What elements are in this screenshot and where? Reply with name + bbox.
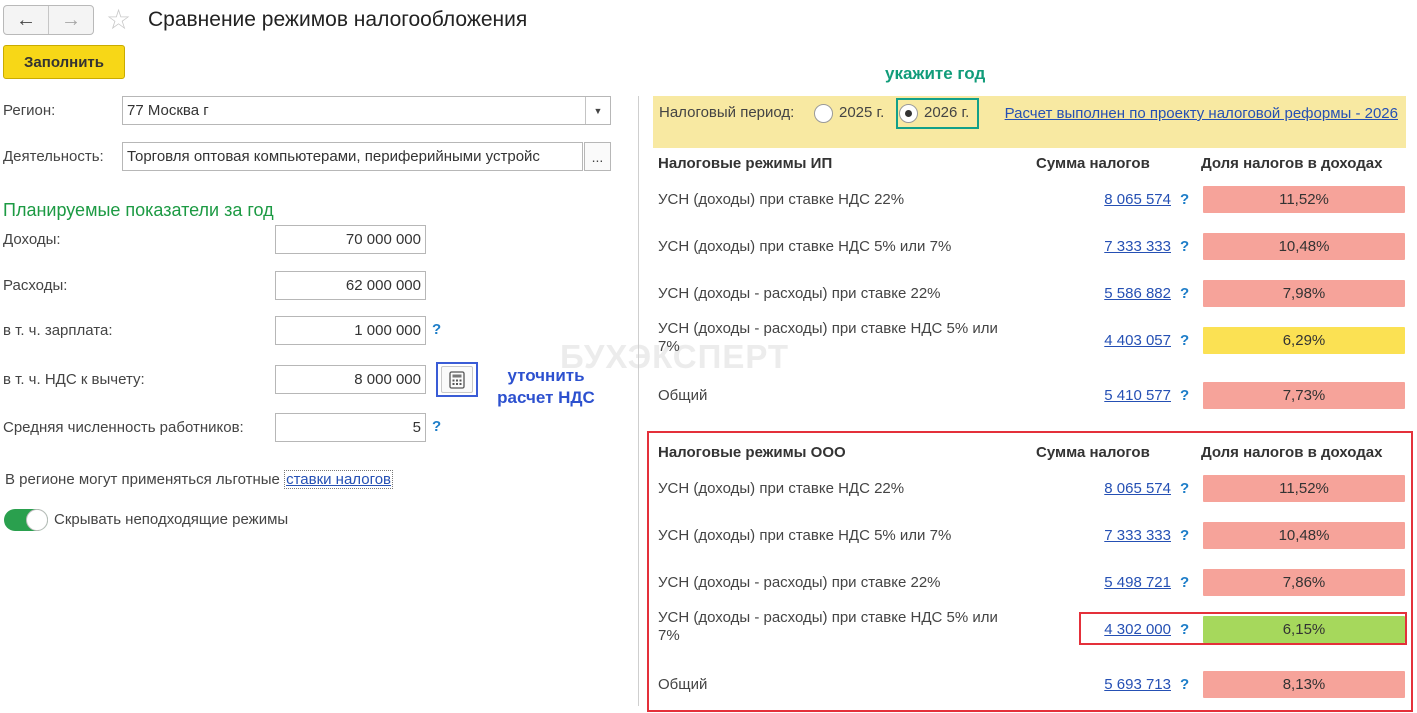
tax-share-cell: 7,98% [1203, 280, 1405, 307]
activity-field[interactable]: Торговля оптовая компьютерами, периферий… [122, 142, 583, 171]
best-option-highlight [1079, 612, 1407, 645]
tax-mode-label: УСН (доходы - расходы) при ставке 22% [658, 285, 941, 302]
tax-mode-label: УСН (доходы - расходы) при ставке НДС 5%… [658, 609, 998, 644]
employees-help-icon[interactable]: ? [432, 418, 441, 435]
help-icon[interactable]: ? [1180, 676, 1189, 693]
preferential-text: В регионе могут применяться льготные [5, 471, 280, 488]
tax-amount-link[interactable]: 5 498 721 [1060, 574, 1171, 591]
tax-amount-link[interactable]: 5 693 713 [1060, 676, 1171, 693]
calculator-button[interactable] [436, 362, 478, 397]
ooo-table-header: Налоговые режимы ООО [658, 444, 846, 461]
calculator-icon [441, 366, 473, 393]
panel-divider [638, 96, 639, 706]
tax-share-cell: 7,86% [1203, 569, 1405, 596]
navigation-buttons: ← → [3, 5, 94, 35]
tax-rates-link[interactable]: ставки налогов [284, 470, 394, 489]
activity-label: Деятельность: [3, 148, 104, 165]
toggle-knob [26, 509, 48, 531]
help-icon[interactable]: ? [1180, 527, 1189, 544]
section-title: Планируемые показатели за год [3, 200, 274, 220]
tax-amount-link[interactable]: 5 410 577 [1060, 387, 1171, 404]
salary-help-icon[interactable]: ? [432, 321, 441, 338]
tax-reform-link[interactable]: Расчет выполнен по проекту налоговой реф… [1000, 104, 1398, 123]
tax-share-cell: 6,29% [1203, 327, 1405, 354]
tax-share-cell: 7,73% [1203, 382, 1405, 409]
back-arrow-icon[interactable]: ← [4, 6, 48, 34]
help-icon[interactable]: ? [1180, 574, 1189, 591]
page-title: Сравнение режимов налогообложения [148, 8, 528, 31]
chevron-down-icon[interactable]: ▼ [585, 97, 610, 124]
vat-label: в т. ч. НДС к вычету: [3, 371, 145, 388]
tax-share-cell: 11,52% [1203, 475, 1405, 502]
preferential-rates-note: В регионе могут применяться льготные ста… [5, 470, 394, 489]
period-2025-radio[interactable] [814, 104, 833, 123]
ip-table-header: Налоговые режимы ИП [658, 155, 833, 172]
ooo-share-column-header: Доля налогов в доходах [1201, 444, 1383, 461]
tax-share-cell: 8,13% [1203, 671, 1405, 698]
tax-share-cell: 10,48% [1203, 522, 1405, 549]
hide-modes-label: Скрывать неподходящие режимы [54, 511, 289, 528]
forward-arrow-icon[interactable]: → [48, 6, 93, 34]
employees-label: Средняя численность работников: [3, 419, 244, 436]
specify-year-annotation: укажите год [885, 64, 986, 83]
activity-value: Торговля оптовая компьютерами, периферий… [127, 148, 540, 165]
expenses-input[interactable]: 62 000 000 [275, 271, 426, 300]
income-label: Доходы: [3, 231, 61, 248]
income-input[interactable]: 70 000 000 [275, 225, 426, 254]
favorite-star-icon[interactable]: ☆ [106, 4, 131, 36]
tax-mode-label: УСН (доходы) при ставке НДС 5% или 7% [658, 238, 952, 255]
region-label: Регион: [3, 102, 56, 119]
tax-amount-link[interactable]: 8 065 574 [1060, 480, 1171, 497]
ip-sum-column-header: Сумма налогов [1036, 155, 1150, 172]
salary-input[interactable]: 1 000 000 [275, 316, 426, 345]
tax-mode-label: Общий [658, 676, 708, 693]
tax-mode-label: Общий [658, 387, 708, 404]
tax-mode-label: УСН (доходы - расходы) при ставке НДС 5%… [658, 320, 998, 355]
salary-label: в т. ч. зарплата: [3, 322, 113, 339]
fill-button[interactable]: Заполнить [3, 45, 125, 79]
region-select[interactable]: 77 Москва г ▼ [122, 96, 611, 125]
expenses-label: Расходы: [3, 277, 68, 294]
help-icon[interactable]: ? [1180, 480, 1189, 497]
vat-input[interactable]: 8 000 000 [275, 365, 426, 394]
help-icon[interactable]: ? [1180, 332, 1189, 349]
tax-amount-link[interactable]: 7 333 333 [1060, 238, 1171, 255]
region-value: 77 Москва г [127, 102, 209, 119]
ooo-sum-column-header: Сумма налогов [1036, 444, 1150, 461]
period-2026-label[interactable]: 2026 г. [924, 104, 969, 122]
employees-input[interactable]: 5 [275, 413, 426, 442]
tax-amount-link[interactable]: 5 586 882 [1060, 285, 1171, 302]
help-icon[interactable]: ? [1180, 285, 1189, 302]
tax-mode-label: УСН (доходы) при ставке НДС 22% [658, 191, 905, 208]
tax-share-cell: 10,48% [1203, 233, 1405, 260]
activity-select-button[interactable]: ... [584, 142, 611, 171]
help-icon[interactable]: ? [1180, 191, 1189, 208]
tax-amount-link[interactable]: 7 333 333 [1060, 527, 1171, 544]
period-2025-label[interactable]: 2025 г. [839, 104, 884, 122]
tax-amount-link[interactable]: 4 403 057 [1060, 332, 1171, 349]
hide-modes-toggle[interactable] [4, 509, 48, 531]
tax-mode-label: УСН (доходы) при ставке НДС 5% или 7% [658, 527, 952, 544]
tax-mode-label: УСН (доходы - расходы) при ставке 22% [658, 574, 941, 591]
period-label: Налоговый период: [659, 104, 795, 121]
tax-share-cell: 11,52% [1203, 186, 1405, 213]
help-icon[interactable]: ? [1180, 387, 1189, 404]
period-2026-radio[interactable] [899, 104, 918, 123]
tax-amount-link[interactable]: 8 065 574 [1060, 191, 1171, 208]
help-icon[interactable]: ? [1180, 238, 1189, 255]
tax-mode-label: УСН (доходы) при ставке НДС 22% [658, 480, 905, 497]
ip-share-column-header: Доля налогов в доходах [1201, 155, 1383, 172]
